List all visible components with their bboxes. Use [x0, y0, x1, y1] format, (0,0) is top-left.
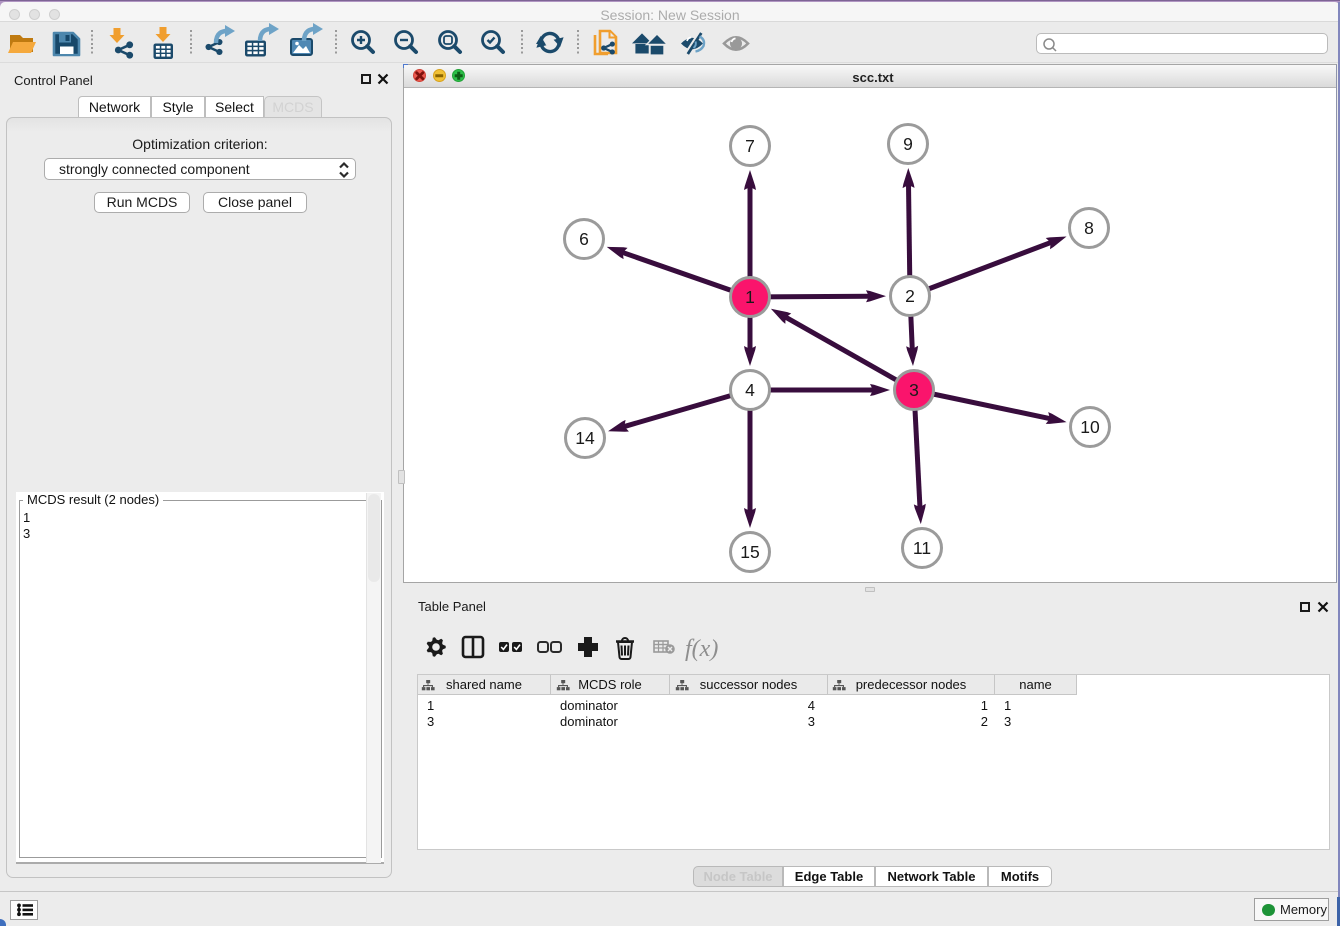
svg-text:1: 1 [745, 287, 755, 307]
svg-text:4: 4 [745, 380, 755, 400]
svg-text:f(x): f(x) [685, 636, 718, 662]
svg-text:9: 9 [903, 134, 913, 154]
svg-text:15: 15 [740, 542, 759, 562]
svg-text:10: 10 [1080, 417, 1100, 437]
svg-text:2: 2 [905, 286, 915, 306]
svg-text:8: 8 [1084, 218, 1094, 238]
svg-text:14: 14 [575, 428, 595, 448]
svg-text:11: 11 [913, 538, 931, 558]
svg-text:3: 3 [909, 380, 919, 400]
svg-text:7: 7 [745, 136, 755, 156]
svg-text:6: 6 [579, 229, 589, 249]
